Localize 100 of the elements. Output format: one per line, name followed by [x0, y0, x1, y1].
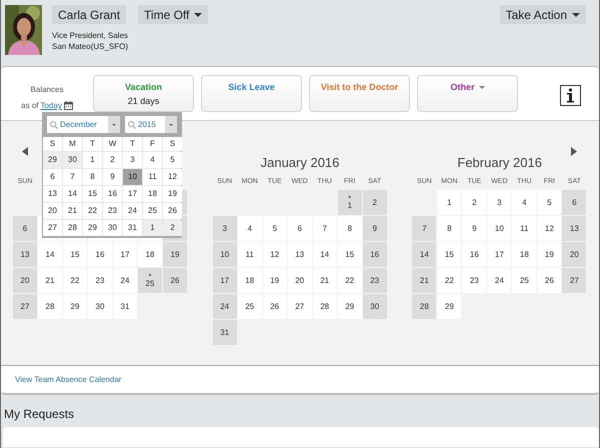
calendar-day[interactable]: 14: [412, 242, 436, 267]
calendar-day[interactable]: 8: [437, 216, 462, 241]
picker-day[interactable]: 10: [123, 169, 142, 185]
leave-type-card[interactable]: Sick Leave: [201, 75, 302, 112]
info-icon[interactable]: [560, 85, 581, 106]
picker-day[interactable]: 15: [83, 186, 102, 202]
calendar-day[interactable]: 28: [312, 294, 337, 319]
calendar-day[interactable]: 10: [487, 216, 512, 241]
calendar-day[interactable]: 21: [38, 268, 62, 293]
take-action-menu[interactable]: Take Action: [500, 5, 586, 24]
calendar-day[interactable]: 6: [288, 216, 312, 241]
calendar-day[interactable]: 29: [338, 294, 362, 319]
leave-type-card[interactable]: Vacation 21 days: [93, 75, 194, 112]
picker-day[interactable]: 3: [123, 152, 142, 168]
team-calendar-link[interactable]: View Team Absence Calendar: [15, 375, 122, 384]
calendar-day[interactable]: 27: [288, 294, 312, 319]
picker-day[interactable]: 18: [143, 186, 162, 202]
calendar-day[interactable]: 2: [362, 190, 387, 215]
calendar-day[interactable]: 6: [13, 216, 37, 241]
calendar-day[interactable]: 17: [487, 242, 512, 267]
calendar-day[interactable]: 2: [462, 190, 486, 215]
picker-day[interactable]: 19: [163, 186, 182, 202]
previous-arrow-icon[interactable]: [22, 147, 28, 156]
calendar-day[interactable]: 18: [512, 242, 536, 267]
calendar-day[interactable]: 23: [362, 268, 387, 293]
calendar-day[interactable]: 4: [512, 190, 536, 215]
calendar-day[interactable]: 15: [338, 242, 362, 267]
calendar-day[interactable]: 1: [437, 190, 462, 215]
picker-day[interactable]: 12: [163, 169, 182, 185]
picker-day[interactable]: 2: [103, 152, 122, 168]
calendar-day[interactable]: 16: [362, 242, 387, 267]
today-link[interactable]: Today: [40, 101, 62, 110]
month-select[interactable]: December: [47, 116, 120, 133]
calendar-day[interactable]: 9: [462, 216, 486, 241]
picker-day[interactable]: 2: [163, 220, 182, 236]
calendar-day[interactable]: * 1: [338, 190, 362, 215]
calendar-day[interactable]: 19: [537, 242, 562, 267]
calendar-day[interactable]: 17: [113, 242, 137, 267]
calendar-day[interactable]: 8: [338, 216, 362, 241]
calendar-day[interactable]: 23: [462, 268, 486, 293]
calendar-day[interactable]: 22: [63, 268, 87, 293]
calendar-icon[interactable]: [64, 101, 73, 110]
picker-day[interactable]: 13: [43, 186, 62, 202]
picker-day[interactable]: 30: [63, 152, 82, 168]
calendar-day[interactable]: 15: [63, 242, 87, 267]
calendar-day[interactable]: 6: [562, 190, 586, 215]
calendar-day[interactable]: 20: [13, 268, 37, 293]
picker-day[interactable]: 5: [163, 152, 182, 168]
picker-day[interactable]: 14: [63, 186, 82, 202]
calendar-day[interactable]: 20: [562, 242, 586, 267]
picker-day[interactable]: 26: [163, 203, 182, 219]
calendar-day[interactable]: 12: [537, 216, 562, 241]
calendar-day[interactable]: 3: [212, 216, 237, 241]
picker-day[interactable]: 11: [143, 169, 162, 185]
next-arrow-icon[interactable]: [571, 147, 577, 156]
calendar-day[interactable]: 29: [63, 294, 87, 319]
picker-day[interactable]: 27: [43, 220, 62, 236]
calendar-day[interactable]: 30: [88, 294, 112, 319]
picker-day[interactable]: 4: [143, 152, 162, 168]
picker-day[interactable]: 20: [43, 203, 62, 219]
calendar-day[interactable]: 5: [262, 216, 287, 241]
calendar-day[interactable]: 24: [487, 268, 512, 293]
calendar-day[interactable]: 21: [412, 268, 436, 293]
calendar-day[interactable]: 22: [437, 268, 462, 293]
calendar-day[interactable]: 5: [537, 190, 562, 215]
picker-day[interactable]: 9: [103, 169, 122, 185]
picker-day[interactable]: 7: [63, 169, 82, 185]
calendar-day[interactable]: 19: [163, 242, 187, 267]
calendar-day[interactable]: 21: [312, 268, 337, 293]
picker-day[interactable]: 24: [123, 203, 142, 219]
calendar-day[interactable]: 24: [212, 294, 237, 319]
picker-day[interactable]: 1: [83, 152, 102, 168]
name-button[interactable]: Carla Grant: [52, 5, 126, 24]
calendar-day[interactable]: 27: [13, 294, 37, 319]
calendar-day[interactable]: 16: [88, 242, 112, 267]
calendar-day[interactable]: 13: [13, 242, 37, 267]
calendar-day[interactable]: 4: [238, 216, 262, 241]
picker-day[interactable]: 28: [63, 220, 82, 236]
calendar-day[interactable]: 22: [338, 268, 362, 293]
picker-day[interactable]: 29: [83, 220, 102, 236]
calendar-day[interactable]: 28: [38, 294, 62, 319]
picker-day[interactable]: 23: [103, 203, 122, 219]
calendar-day[interactable]: 16: [462, 242, 486, 267]
calendar-day[interactable]: 13: [562, 216, 586, 241]
picker-day[interactable]: 1: [143, 220, 162, 236]
calendar-day[interactable]: 30: [362, 294, 387, 319]
picker-day[interactable]: 31: [123, 220, 142, 236]
calendar-day[interactable]: 17: [212, 268, 237, 293]
leave-type-card[interactable]: Other: [417, 75, 518, 112]
calendar-day[interactable]: 9: [362, 216, 387, 241]
picker-day[interactable]: 16: [103, 186, 122, 202]
calendar-day[interactable]: 14: [312, 242, 337, 267]
picker-day[interactable]: 21: [63, 203, 82, 219]
picker-day[interactable]: 29: [43, 152, 62, 168]
picker-day[interactable]: 6: [43, 169, 62, 185]
calendar-day[interactable]: 11: [512, 216, 536, 241]
calendar-day[interactable]: 26: [262, 294, 287, 319]
calendar-day[interactable]: 18: [238, 268, 262, 293]
picker-day[interactable]: 30: [103, 220, 122, 236]
calendar-day[interactable]: 7: [412, 216, 436, 241]
